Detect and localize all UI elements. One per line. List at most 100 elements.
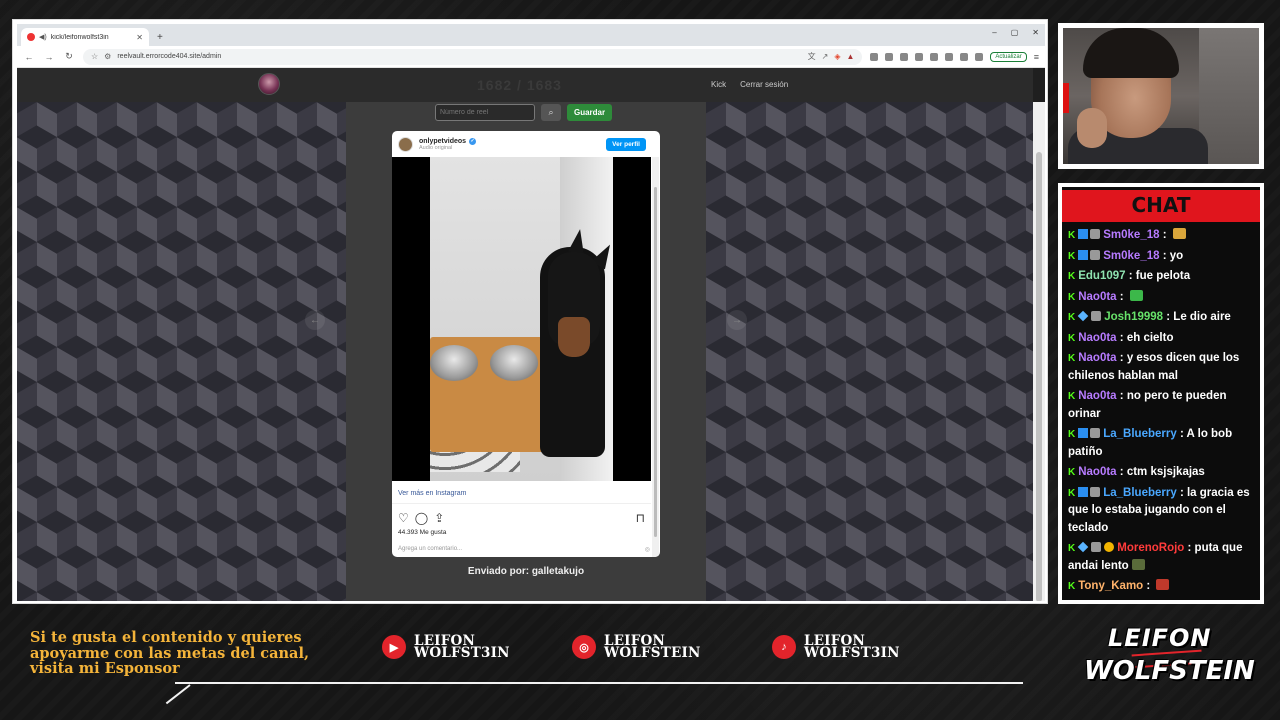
- emote-icon: [1131, 558, 1145, 570]
- gift-badge-icon: [1090, 486, 1101, 497]
- extensions-row: Actualizar ≡: [870, 51, 1039, 62]
- save-button[interactable]: Guardar: [567, 104, 613, 121]
- brave-shield-icon[interactable]: ◈: [834, 52, 840, 61]
- gift-badge-icon: [1091, 311, 1102, 321]
- url-text[interactable]: reelvault.errorcode404.site/admin: [117, 53, 801, 60]
- ig-scrollbar[interactable]: [652, 157, 659, 557]
- search-button[interactable]: ⌕: [541, 104, 561, 121]
- subscriber-badge-icon: [1078, 229, 1089, 239]
- dog-video-frame: [430, 157, 613, 481]
- nav-logout-link[interactable]: Cerrar sesión: [740, 80, 788, 89]
- comment-icon[interactable]: ◯: [415, 511, 428, 525]
- gift-badge-icon: [1090, 229, 1101, 239]
- reload-icon[interactable]: ↻: [63, 51, 75, 62]
- forward-icon[interactable]: →: [43, 52, 55, 62]
- profile-icon[interactable]: [960, 52, 969, 61]
- next-arrow-icon[interactable]: →: [727, 310, 747, 330]
- chat-username[interactable]: Nao0ta: [1078, 352, 1116, 364]
- gem-badge-icon: [1077, 541, 1089, 553]
- chat-username[interactable]: Josh19998: [1104, 311, 1163, 323]
- browser-window: ◀) kick/leifonwolfst3in ✕ + – ▢ ✕ ← → ↻ …: [17, 24, 1045, 601]
- view-profile-button[interactable]: Ver perfil: [606, 137, 646, 151]
- emote-icon: [1172, 228, 1186, 239]
- chat-messages: K Sm0ke_18 : K Sm0ke_18 : yo K Edu1097 : fue…: [1068, 227, 1256, 599]
- nav-kick-link[interactable]: Kick: [711, 80, 726, 89]
- minimize-button[interactable]: –: [992, 28, 996, 37]
- kick-badge-icon: K: [1068, 543, 1076, 554]
- wallet-icon[interactable]: [975, 52, 984, 61]
- verified-icon: ✓: [469, 137, 477, 145]
- bookmark-star-icon[interactable]: ☆: [91, 52, 98, 61]
- site-header: 1682 / 1683 Kick Cerrar sesión: [17, 68, 1033, 102]
- site-info-icon[interactable]: ⚙: [104, 52, 111, 61]
- extension-icon[interactable]: [900, 52, 909, 61]
- brave-rewards-icon[interactable]: ▲: [846, 52, 854, 61]
- gold-badge-icon: [1104, 542, 1115, 552]
- music-icon[interactable]: [915, 52, 924, 61]
- kick-badge-icon: K: [1068, 429, 1076, 440]
- close-window-button[interactable]: ✕: [1032, 28, 1039, 37]
- chat-username[interactable]: MorenoRojo: [1117, 542, 1184, 554]
- chat-text: fue pelota: [1135, 270, 1191, 282]
- share-icon[interactable]: ↗: [822, 52, 829, 61]
- chat-username[interactable]: Nao0ta: [1078, 466, 1116, 478]
- channel-logo: LEIFON WOLFSTEIN: [1084, 624, 1255, 686]
- downloads-icon[interactable]: [945, 52, 954, 61]
- tab-close-icon[interactable]: ✕: [136, 33, 143, 42]
- omnibox[interactable]: ☆ ⚙ reelvault.errorcode404.site/admin 文 …: [83, 48, 863, 65]
- kick-badge-icon: K: [1068, 581, 1076, 592]
- view-more-link[interactable]: Ver más en Instagram: [398, 490, 466, 497]
- instagram-logo-icon[interactable]: ◎: [645, 546, 650, 553]
- chat-message: K Edu1097 : fue pelota: [1068, 268, 1256, 286]
- ig-audio-label[interactable]: Audio original: [419, 145, 600, 151]
- youtube-social: ▶ LEIFON WOLFST3IN: [382, 634, 510, 660]
- subscriber-badge-icon: [1078, 249, 1089, 260]
- previous-arrow-icon[interactable]: ←: [305, 310, 325, 330]
- heart-icon[interactable]: ♡: [398, 511, 409, 525]
- chat-username[interactable]: Sm0ke_18: [1103, 250, 1159, 262]
- ig-avatar[interactable]: [398, 136, 413, 152]
- kick-badge-icon: K: [1068, 291, 1076, 303]
- pin-icon[interactable]: [870, 52, 879, 61]
- footer-divider: [175, 682, 1023, 684]
- ig-video[interactable]: [392, 157, 651, 481]
- chat-username[interactable]: Edu1097: [1078, 270, 1125, 282]
- new-tab-button[interactable]: +: [157, 32, 163, 43]
- ig-username[interactable]: onlypetvideos: [419, 138, 466, 145]
- youtube-icon: ▶: [382, 635, 406, 659]
- instagram-social: ◎ LEIFON WOLFSTEIN: [572, 634, 701, 660]
- share-icon[interactable]: ⇪: [434, 511, 444, 525]
- kick-badge-icon: K: [1068, 271, 1076, 282]
- chat-username[interactable]: La_Blueberry: [1103, 428, 1177, 440]
- webcam-frame: [1058, 23, 1264, 169]
- page-scrollbar-thumb[interactable]: [1036, 152, 1042, 601]
- page-scrollbar[interactable]: [1033, 102, 1045, 601]
- chat-username[interactable]: Tony_Kamo: [1078, 580, 1143, 592]
- browser-tab[interactable]: ◀) kick/leifonwolfst3in ✕: [21, 28, 149, 46]
- site-logo[interactable]: [258, 73, 280, 95]
- translate-icon[interactable]: 文: [808, 51, 816, 62]
- chat-message: K Nao0ta :: [1068, 289, 1256, 307]
- chat-username[interactable]: La_Blueberry: [1103, 487, 1177, 499]
- comment-input[interactable]: Agrega un comentario...: [398, 546, 462, 553]
- chat-panel: CHAT K Sm0ke_18 : K Sm0ke_18 : yo K Edu1097 …: [1062, 187, 1260, 600]
- update-button[interactable]: Actualizar: [990, 51, 1027, 62]
- back-icon[interactable]: ←: [23, 52, 35, 62]
- menu-icon[interactable]: ≡: [1034, 52, 1039, 62]
- reel-number-input[interactable]: [435, 104, 535, 121]
- bookmark-icon[interactable]: ⊓: [636, 511, 645, 525]
- chat-text: Le dio aire: [1173, 311, 1231, 323]
- gem-badge-icon: [1077, 310, 1089, 322]
- web-page: 1682 / 1683 Kick Cerrar sesión ⌕ Guardar…: [17, 68, 1045, 601]
- tiktok-social: ♪ LEIFON WOLFST3IN: [772, 634, 900, 660]
- sidebar-icon[interactable]: [930, 52, 939, 61]
- chat-message: K Nao0ta : no pero te pueden orinar: [1068, 390, 1227, 420]
- chat-username[interactable]: Nao0ta: [1078, 332, 1116, 344]
- chat-username[interactable]: Nao0ta: [1078, 390, 1116, 402]
- chat-message: K La_Blueberry : la gracia es que lo esta…: [1068, 486, 1250, 534]
- maximize-button[interactable]: ▢: [1011, 28, 1019, 37]
- chat-username[interactable]: Nao0ta: [1078, 291, 1116, 303]
- extension-icon[interactable]: [885, 52, 894, 61]
- search-icon: ⌕: [548, 107, 554, 117]
- chat-username[interactable]: Sm0ke_18: [1103, 229, 1159, 241]
